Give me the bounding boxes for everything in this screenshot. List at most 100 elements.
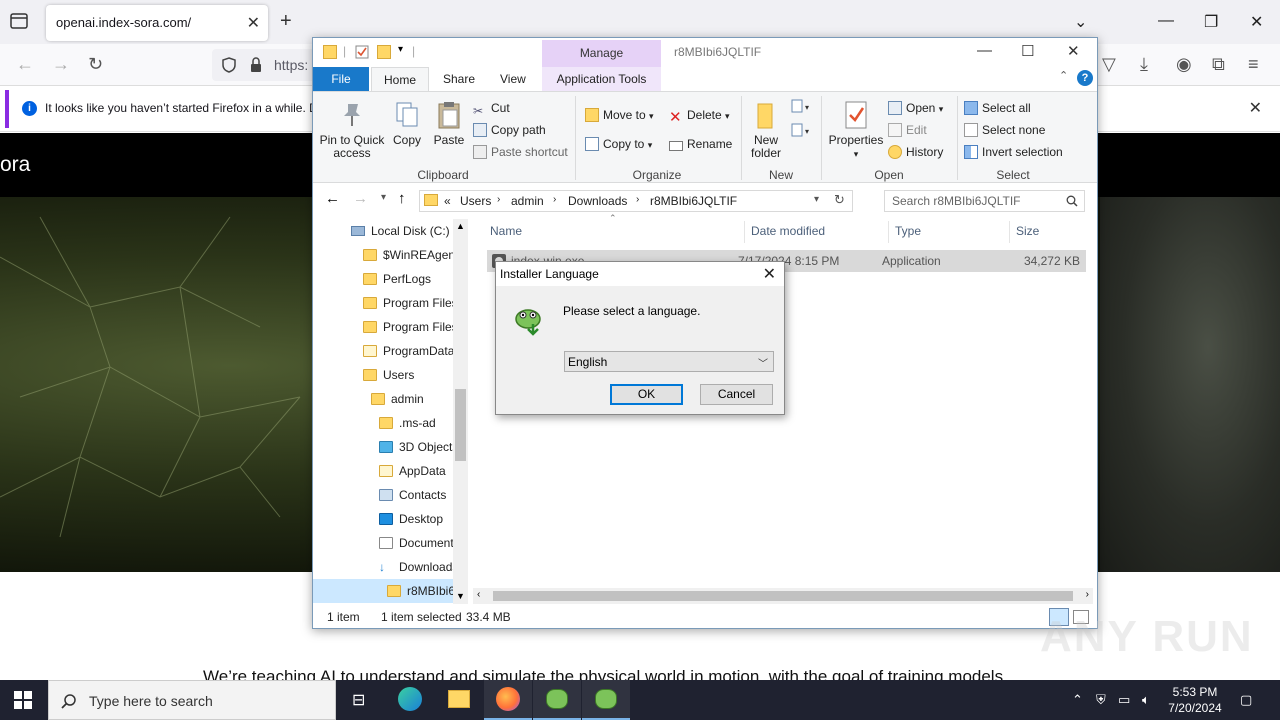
copy-path-button[interactable]: Copy path: [473, 120, 546, 140]
paste-button[interactable]: Paste: [431, 100, 467, 147]
account-icon[interactable]: ◉: [1176, 54, 1192, 75]
tab-home[interactable]: Home: [371, 67, 430, 91]
select-all-button[interactable]: Select all: [964, 98, 1031, 118]
scroll-right-icon[interactable]: ›: [1086, 589, 1089, 600]
lock-icon[interactable]: [250, 57, 262, 73]
tab-share[interactable]: Share: [431, 67, 487, 91]
refresh-icon[interactable]: ↻: [834, 192, 845, 208]
explorer-close-icon[interactable]: ✕: [1067, 42, 1080, 60]
column-date-modified[interactable]: Date modified: [751, 224, 825, 238]
pin-quick-access-button[interactable]: Pin to Quick access: [319, 100, 385, 160]
help-icon[interactable]: ?: [1077, 70, 1093, 86]
minimize-icon[interactable]: —: [1158, 12, 1174, 30]
nav-admin[interactable]: admin: [371, 387, 424, 411]
copy-to-button[interactable]: Copy to ▾: [585, 134, 652, 154]
menu-icon[interactable]: ≡: [1248, 54, 1259, 75]
recent-locations-icon[interactable]: ▾: [381, 192, 386, 203]
downloads-icon[interactable]: ⤓: [1140, 54, 1148, 75]
breadcrumb-overflow[interactable]: «: [444, 194, 451, 208]
new-folder-qat-icon[interactable]: [377, 45, 391, 59]
windows-start-icon[interactable]: [14, 691, 32, 709]
delete-button[interactable]: ✕ Delete ▾: [669, 105, 730, 126]
restore-icon[interactable]: ❐: [1204, 12, 1218, 32]
new-item-icon[interactable]: ▾: [791, 98, 813, 114]
nav-3d-objects[interactable]: 3D Objects: [379, 435, 458, 459]
task-view-icon[interactable]: ⊟: [336, 680, 384, 720]
close-notice-icon[interactable]: ✕: [1249, 98, 1262, 118]
notifications-icon[interactable]: ▢: [1240, 692, 1252, 708]
explorer-maximize-icon[interactable]: ☐: [1021, 42, 1034, 60]
copy-button[interactable]: Copy: [389, 100, 425, 147]
move-to-button[interactable]: Move to ▾: [585, 105, 654, 125]
nav-local-disk[interactable]: Local Disk (C:): [351, 219, 450, 243]
network-icon[interactable]: ▭: [1118, 692, 1130, 708]
breadcrumb-chevron-icon[interactable]: ›: [636, 194, 639, 205]
search-icon[interactable]: [1066, 195, 1078, 207]
up-icon[interactable]: ↑: [398, 190, 406, 207]
collapse-ribbon-icon[interactable]: ⌃: [1059, 69, 1068, 82]
ok-button[interactable]: OK: [610, 384, 683, 405]
installer-taskbar-icon-2[interactable]: [582, 680, 630, 720]
properties-qat-icon[interactable]: [355, 45, 369, 59]
nav-perflogs[interactable]: PerfLogs: [363, 267, 431, 291]
horizontal-scroll-thumb[interactable]: [493, 591, 1073, 601]
qat-dropdown-icon[interactable]: ▾: [398, 44, 403, 55]
nav-winreagent[interactable]: $WinREAgent: [363, 243, 458, 267]
close-tab-icon[interactable]: ✕: [247, 13, 260, 33]
file-explorer-taskbar-icon[interactable]: [435, 680, 483, 720]
forward-icon[interactable]: →: [52, 54, 70, 75]
reload-icon[interactable]: ↻: [88, 54, 103, 75]
edit-button[interactable]: Edit: [888, 120, 927, 140]
history-button[interactable]: History: [888, 142, 943, 162]
scroll-left-icon[interactable]: ‹: [477, 589, 480, 600]
url-bar[interactable]: https:: [212, 49, 322, 81]
address-dropdown-icon[interactable]: ▾: [814, 194, 819, 205]
forward-icon[interactable]: →: [353, 190, 368, 207]
shield-icon[interactable]: [222, 57, 236, 73]
close-window-icon[interactable]: ✕: [1250, 12, 1263, 32]
nav-desktop[interactable]: Desktop: [379, 507, 443, 531]
breadcrumb-admin[interactable]: admin: [511, 194, 544, 208]
scroll-down-icon[interactable]: ▼: [456, 591, 465, 601]
column-size[interactable]: Size: [1016, 224, 1039, 238]
column-type[interactable]: Type: [895, 224, 921, 238]
taskbar-clock[interactable]: 5:53 PM 7/20/2024: [1160, 684, 1230, 716]
new-folder-button[interactable]: New folder: [747, 100, 785, 160]
column-divider[interactable]: [1009, 221, 1010, 243]
select-none-button[interactable]: Select none: [964, 120, 1045, 140]
search-box[interactable]: Search r8MBIbi6JQLTIF: [884, 190, 1085, 212]
easy-access-icon[interactable]: ▾: [791, 122, 813, 138]
tab-application-tools[interactable]: Application Tools: [542, 67, 661, 91]
browser-tab[interactable]: openai.index-sora.com/ ✕: [46, 5, 268, 41]
nav-scroll-thumb[interactable]: [455, 389, 466, 461]
dialog-close-icon[interactable]: ✕: [763, 264, 776, 284]
back-icon[interactable]: ←: [325, 190, 340, 207]
edge-icon[interactable]: [386, 680, 434, 720]
horizontal-scrollbar[interactable]: ‹ ›: [473, 588, 1093, 604]
nav-contacts[interactable]: Contacts: [379, 483, 446, 507]
pocket-icon[interactable]: ▽: [1102, 54, 1116, 75]
breadcrumb-chevron-icon[interactable]: ›: [553, 194, 556, 205]
manage-tab-header[interactable]: Manage: [542, 40, 661, 67]
language-select[interactable]: English ﹀: [564, 351, 774, 372]
properties-button[interactable]: Properties ▾: [827, 100, 885, 161]
breadcrumb-current[interactable]: r8MBIbi6JQLTIF: [650, 194, 737, 208]
volume-icon[interactable]: 🔈︎: [1142, 692, 1150, 708]
scroll-up-icon[interactable]: ▲: [456, 221, 465, 231]
nav-documents[interactable]: Documents: [379, 531, 460, 555]
open-button[interactable]: Open ▾: [888, 98, 943, 118]
rename-button[interactable]: Rename: [669, 134, 732, 154]
nav-programdata[interactable]: ProgramData: [363, 339, 454, 363]
address-bar[interactable]: « Users › admin › Downloads › r8MBIbi6JQ…: [419, 190, 853, 212]
nav-program-files[interactable]: Program Files: [363, 291, 458, 315]
tab-view[interactable]: View: [488, 67, 538, 91]
paste-shortcut-button[interactable]: Paste shortcut: [473, 142, 568, 162]
list-all-tabs-icon[interactable]: ⌄: [1074, 12, 1087, 32]
breadcrumb-users[interactable]: Users: [460, 194, 491, 208]
nav-ms-ad[interactable]: .ms-ad: [379, 411, 436, 435]
tab-list-icon[interactable]: [8, 10, 30, 32]
extensions-icon[interactable]: ⧉: [1212, 54, 1225, 75]
nav-users[interactable]: Users: [363, 363, 414, 387]
security-icon[interactable]: ⛨: [1096, 692, 1106, 708]
nav-appdata[interactable]: AppData: [379, 459, 446, 483]
